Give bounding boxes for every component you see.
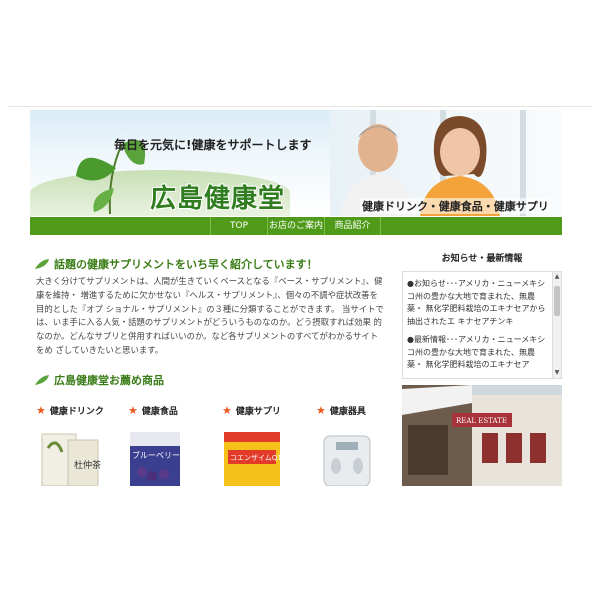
product-food-label: 健康食品	[141, 407, 178, 417]
nav-store-info[interactable]: お店のご案内	[267, 217, 324, 235]
header-subtitle: 健康ドリンク・健康食品・健康サプリ	[360, 198, 551, 214]
sidebar: お知らせ・最新情報 ●お知らせ･･･アメリカ・ニューメキシコ州の豊かな大地で育ま…	[402, 241, 562, 486]
scroll-up-icon[interactable]: ▲	[553, 272, 561, 282]
headline-text: 話題の健康サプリメントをいち早く紹介しています！	[54, 258, 318, 271]
star-icon: ★	[128, 404, 138, 417]
scroll-down-icon[interactable]: ▼	[553, 368, 561, 378]
product-supplement[interactable]: ★ 健康サプリ	[222, 404, 281, 417]
product-food-image[interactable]: ブルーベリー	[128, 428, 192, 486]
product-drink-label: 健康ドリンク	[49, 407, 104, 417]
star-icon: ★	[222, 404, 232, 417]
news-box: ●お知らせ･･･アメリカ・ニューメキシコ州の豊かな大地で育まれた、無農薬・ 無化…	[402, 271, 562, 379]
product-supplement-label: 健康サプリ	[235, 407, 281, 417]
food-package-text: ブルーベリー	[132, 450, 180, 460]
news-scrollbar[interactable]: ▲ ▼	[552, 272, 561, 378]
headline: 話題の健康サプリメントをいち早く紹介しています！	[34, 256, 318, 272]
product-equipment[interactable]: ★ 健康器具	[316, 404, 366, 417]
real-estate-sign-text: REAL ESTATE	[456, 417, 507, 425]
nav-top[interactable]: TOP	[210, 217, 267, 235]
product-drink[interactable]: ★ 健康ドリンク	[36, 404, 104, 417]
header-banner: 毎日を元気に!健康をサポートします 広島健康堂 健康ドリンク・健康食品・健康サプ…	[30, 110, 562, 216]
leaf-bullet-icon	[35, 259, 49, 269]
product-grid: ★ 健康ドリンク ★ 健康食品 ★ 健康サプリ ★ 健康器具 杜仲茶 ブルーベリ…	[34, 404, 394, 486]
street-photo: REAL ESTATE	[402, 385, 562, 486]
product-supplement-image[interactable]: コエンザイムQ10	[222, 428, 286, 486]
intro-text: 大きく分けてサプリメントは、人間が生きていくベースとなる『ベース・サプリメント』…	[36, 276, 384, 355]
website-frame: 毎日を元気に!健康をサポートします 広島健康堂 健康ドリンク・健康食品・健康サプ…	[30, 110, 562, 486]
news-list: ●お知らせ･･･アメリカ・ニューメキシコ州の豊かな大地で育まれた、無農薬・ 無化…	[407, 278, 549, 378]
news-item[interactable]: ●最新情報･･･アメリカ・ニューメキシコ州の豊かな大地で育まれた、無農薬・ 無化…	[407, 334, 549, 372]
recommend-title: 広島健康堂お薦め商品	[34, 372, 164, 388]
product-drink-image[interactable]: 杜仲茶	[38, 428, 102, 486]
page-top-divider	[8, 106, 592, 107]
product-equipment-label: 健康器具	[329, 407, 366, 417]
supplement-package-text: コエンザイムQ10	[230, 454, 286, 462]
nav-products[interactable]: 商品紹介	[324, 217, 381, 235]
header-tagline: 毎日を元気に!健康をサポートします	[114, 138, 312, 152]
site-logo[interactable]: 広島健康堂	[150, 178, 285, 215]
main-nav: TOP お店のご案内 商品紹介	[30, 217, 562, 235]
product-equipment-image[interactable]	[316, 428, 380, 486]
scroll-thumb[interactable]	[554, 286, 560, 316]
recommend-title-text: 広島健康堂お薦め商品	[54, 374, 164, 387]
leaf-bullet-icon	[35, 375, 49, 385]
star-icon: ★	[36, 404, 46, 417]
news-item[interactable]: ●お知らせ･･･アメリカ・ニューメキシコ州の豊かな大地で育まれた、無農薬・ 無化…	[407, 278, 549, 328]
star-icon: ★	[316, 404, 326, 417]
product-food[interactable]: ★ 健康食品	[128, 404, 178, 417]
drink-package-text: 杜仲茶	[74, 459, 101, 471]
sidebar-title: お知らせ・最新情報	[441, 254, 523, 264]
